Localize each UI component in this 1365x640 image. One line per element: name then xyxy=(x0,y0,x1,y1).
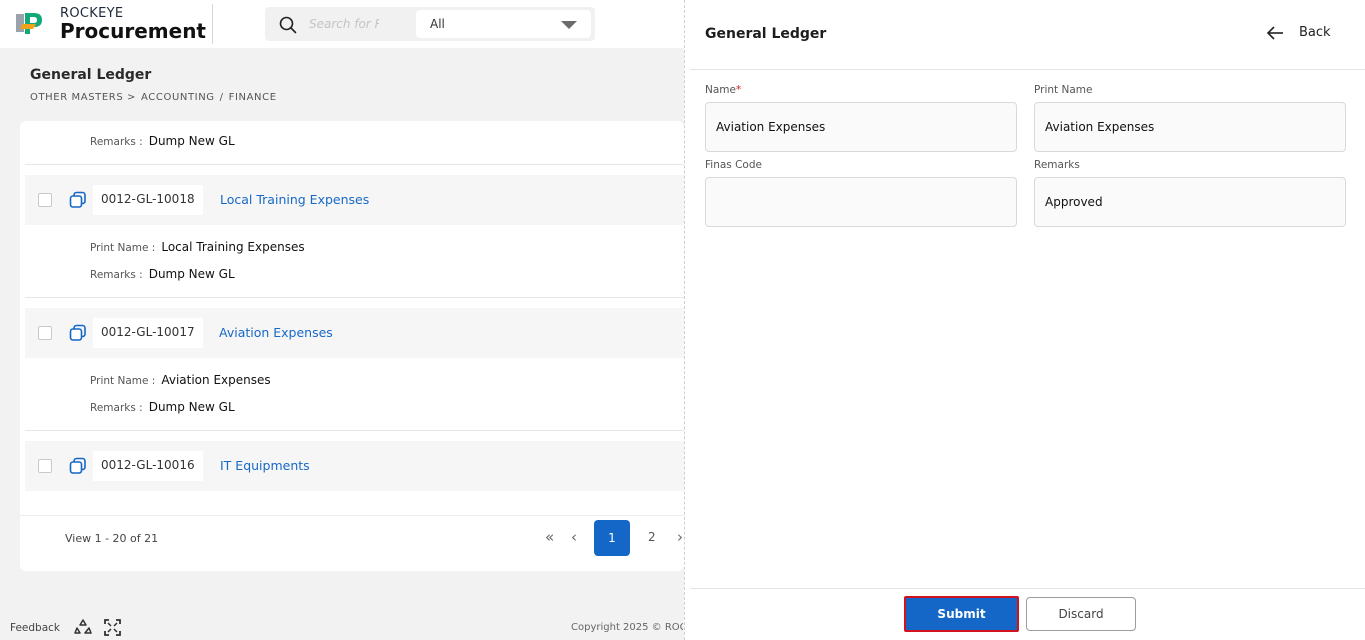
pagination-bar: View 1 - 20 of 21 « ‹ 1 2 › xyxy=(20,515,684,559)
panel-footer-divider xyxy=(690,588,1365,589)
row-checkbox[interactable] xyxy=(38,193,52,207)
top-bar: ROCKEYE Procurement All xyxy=(0,0,684,48)
copy-icon[interactable] xyxy=(68,190,88,210)
general-ledger-form-panel: General Ledger Back Name* Print Name Fin… xyxy=(684,0,1365,640)
copyright-text: Copyright 2025 © ROCKEYE xyxy=(571,622,683,633)
breadcrumb-item-other-masters[interactable]: OTHER MASTERS > xyxy=(30,92,136,103)
list-item-print-name: Print Name : Local Training Expenses xyxy=(90,240,305,254)
remarks-label: Remarks : xyxy=(90,136,143,148)
breadcrumb-item-accounting[interactable]: ACCOUNTING xyxy=(141,92,215,103)
next-page-icon[interactable]: › xyxy=(677,528,683,546)
previous-page-icon[interactable]: ‹ xyxy=(571,528,577,546)
name-label-text: Name xyxy=(705,84,736,96)
list-item-remarks: Remarks : Dump New GL xyxy=(90,400,235,414)
copy-icon[interactable] xyxy=(68,456,88,476)
feedback-link[interactable]: Feedback xyxy=(10,622,60,634)
page-title: General Ledger xyxy=(30,67,152,83)
breadcrumb: OTHER MASTERS > ACCOUNTING / FINANCE xyxy=(30,92,282,103)
remarks-label: Remarks : xyxy=(90,269,143,281)
discard-button[interactable]: Discard xyxy=(1026,597,1136,631)
search-input[interactable] xyxy=(309,14,379,34)
finas-code-input[interactable] xyxy=(705,177,1017,227)
panel-title: General Ledger xyxy=(705,26,827,42)
list-item-print-name: Print Name : Aviation Expenses xyxy=(90,373,271,387)
table-row[interactable]: 0012-GL-10016 IT Equipments xyxy=(25,441,684,491)
remarks-input[interactable] xyxy=(1034,177,1346,227)
remarks-field-label: Remarks xyxy=(1034,159,1080,171)
search-scope-select[interactable]: All xyxy=(416,10,591,38)
copy-icon[interactable] xyxy=(68,323,88,343)
ledger-list: Remarks : Dump New GL 0012-GL-10018 Local… xyxy=(20,121,684,571)
remarks-value: Dump New GL xyxy=(148,400,235,414)
table-row[interactable]: 0012-GL-10017 Aviation Expenses xyxy=(25,308,684,358)
search-icon[interactable] xyxy=(279,16,297,34)
brand-divider xyxy=(212,4,213,44)
print-name-value: Aviation Expenses xyxy=(161,373,271,387)
print-name-input[interactable] xyxy=(1034,102,1346,152)
list-item-remarks: Remarks : Dump New GL xyxy=(90,134,235,148)
table-row[interactable]: 0012-GL-10018 Local Training Expenses xyxy=(25,175,684,225)
breadcrumb-separator: / xyxy=(219,92,224,103)
first-page-icon[interactable]: « xyxy=(545,528,554,546)
list-item-remarks: Remarks : Dump New GL xyxy=(90,267,235,281)
remarks-value: Dump New GL xyxy=(148,267,235,281)
global-search: All xyxy=(265,7,595,41)
row-divider xyxy=(25,430,684,431)
gl-code: 0012-GL-10018 xyxy=(93,185,203,215)
remarks-label: Remarks : xyxy=(90,402,143,414)
brand-name-big: Procurement xyxy=(60,19,206,43)
chevron-down-icon xyxy=(561,21,577,29)
print-name-field-label: Print Name xyxy=(1034,84,1093,96)
row-divider xyxy=(25,297,684,298)
fullscreen-icon[interactable] xyxy=(104,619,121,636)
gl-code: 0012-GL-10017 xyxy=(93,318,203,348)
name-field-label: Name* xyxy=(705,84,741,96)
view-info: View 1 - 20 of 21 xyxy=(65,532,159,545)
required-mark: * xyxy=(735,84,742,96)
print-name-label: Print Name : xyxy=(90,375,156,387)
print-name-value: Local Training Expenses xyxy=(161,240,305,254)
finas-code-field-label: Finas Code xyxy=(705,159,762,171)
remarks-value: Dump New GL xyxy=(148,134,235,148)
panel-divider xyxy=(690,69,1365,70)
recycle-icon[interactable] xyxy=(74,618,92,636)
arrow-left-icon xyxy=(1266,26,1283,40)
row-divider xyxy=(25,164,684,165)
print-name-label: Print Name : xyxy=(90,242,156,254)
back-label: Back xyxy=(1299,25,1331,40)
page-button-current[interactable]: 1 xyxy=(594,520,630,556)
gl-name-link[interactable]: Local Training Expenses xyxy=(220,192,369,207)
row-checkbox[interactable] xyxy=(38,459,52,473)
gl-name-link[interactable]: Aviation Expenses xyxy=(219,325,333,340)
page-button-next[interactable]: 2 xyxy=(648,530,656,544)
submit-button[interactable]: Submit xyxy=(904,596,1019,632)
gl-name-link[interactable]: IT Equipments xyxy=(220,458,310,473)
gl-code: 0012-GL-10016 xyxy=(93,451,203,481)
rockeye-logo-icon xyxy=(16,13,42,34)
row-checkbox[interactable] xyxy=(38,326,52,340)
name-input[interactable] xyxy=(705,102,1017,152)
breadcrumb-item-finance: FINANCE xyxy=(228,92,277,103)
search-scope-value: All xyxy=(430,17,445,31)
